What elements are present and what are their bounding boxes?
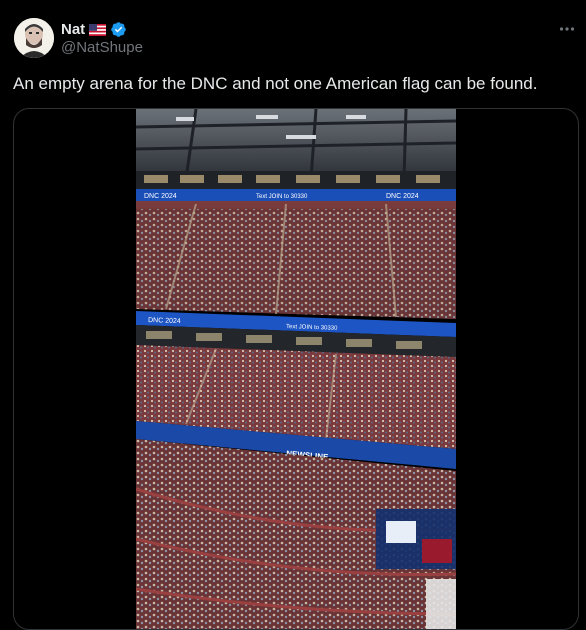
ribbon-text: DNC 2024 xyxy=(386,193,419,200)
more-options-button[interactable] xyxy=(557,19,577,39)
more-dots-icon xyxy=(559,27,575,31)
display-name[interactable]: Nat xyxy=(61,21,85,38)
ribbon-text: Text JOIN to 30330 xyxy=(256,194,308,200)
tweet-text: An empty arena for the DNC and not one A… xyxy=(13,74,538,93)
media-container[interactable]: DNC 2024 Text JOIN to 30330 DNC 2024 DNC… xyxy=(13,108,579,630)
verified-badge-icon[interactable] xyxy=(110,21,127,38)
author-handle[interactable]: @NatShupe xyxy=(61,39,143,56)
avatar-image xyxy=(14,18,54,58)
tweet: Nat @NatShupe An empty arena for the DNC… xyxy=(0,0,586,630)
us-flag-icon xyxy=(89,23,107,36)
arena-video-frame: DNC 2024 Text JOIN to 30330 DNC 2024 DNC… xyxy=(136,109,456,629)
video-player[interactable]: DNC 2024 Text JOIN to 30330 DNC 2024 DNC… xyxy=(136,109,456,629)
author-name-row[interactable]: Nat xyxy=(61,19,127,39)
avatar[interactable] xyxy=(14,18,54,58)
ribbon-text: DNC 2024 xyxy=(148,317,181,325)
ribbon-text: DNC 2024 xyxy=(144,193,177,200)
